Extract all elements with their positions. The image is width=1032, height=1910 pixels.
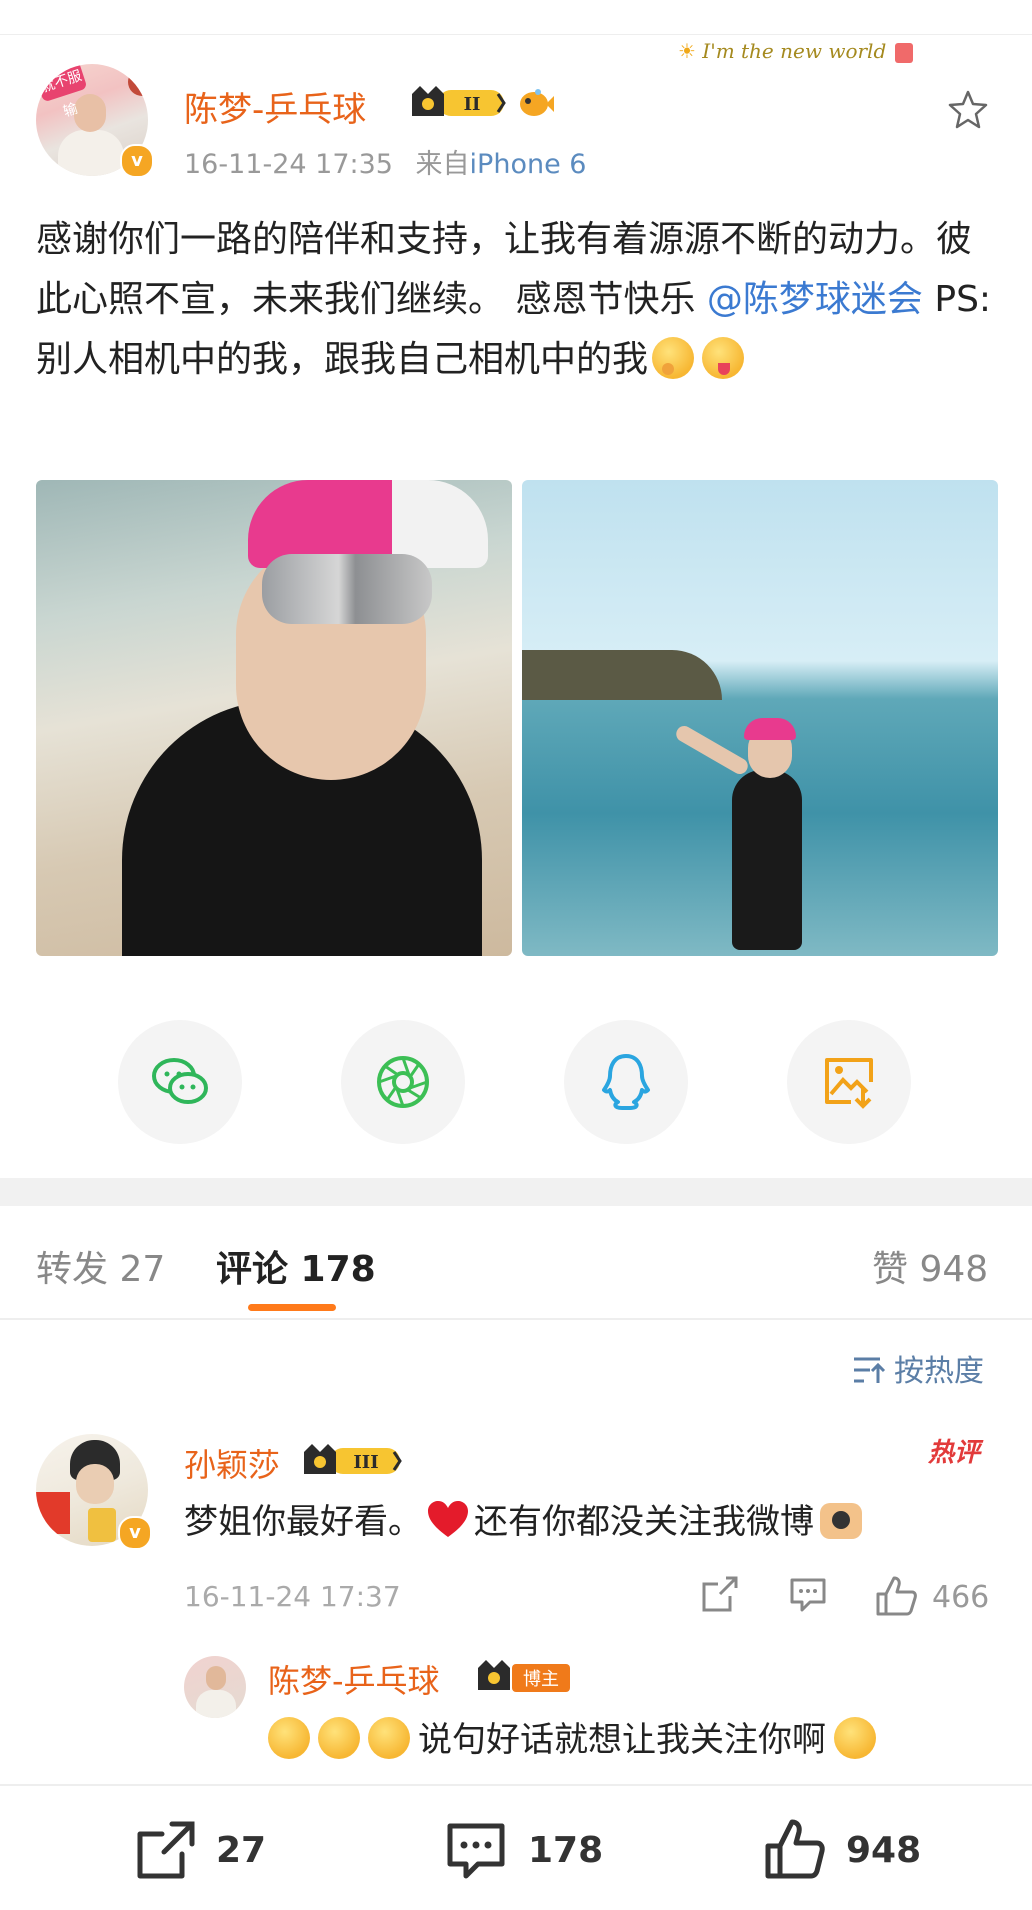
verified-badge: v — [120, 144, 154, 178]
post-source-link[interactable]: iPhone 6 — [470, 149, 587, 180]
member-level-text: II — [464, 94, 481, 115]
avatar-cartoon — [128, 68, 148, 96]
bag-icon — [894, 42, 913, 63]
share-moments-button[interactable] — [341, 1020, 465, 1144]
post-photo-selfie[interactable] — [36, 480, 512, 956]
photo-rocks — [522, 650, 722, 700]
sort-by-hot-button[interactable]: 按热度 — [852, 1346, 984, 1390]
member-crown-badge: II — [412, 86, 506, 116]
post-author-avatar[interactable]: 就不服输 v — [36, 64, 154, 178]
active-tab-indicator — [248, 1304, 336, 1311]
photo-cap-2 — [744, 718, 796, 740]
comment-share-icon[interactable] — [700, 1574, 740, 1614]
qq-icon — [602, 1054, 650, 1110]
tab-likes[interactable]: 赞 948 — [872, 1240, 988, 1292]
camera-emoji-icon — [820, 1503, 862, 1539]
avatar-flag — [36, 1492, 70, 1534]
comment-timestamp: 16-11-24 17:37 — [184, 1580, 401, 1613]
mention-link[interactable]: @陈梦球迷会 — [707, 279, 923, 320]
like-count[interactable]: 948 — [846, 1830, 921, 1871]
avatar-face — [206, 1666, 226, 1690]
reply-author-avatar[interactable] — [184, 1656, 246, 1718]
avatar-body — [196, 1690, 236, 1718]
comment-verified-badge: v — [118, 1516, 152, 1550]
comment-level-text: III — [353, 1452, 378, 1473]
tab-reposts[interactable]: 转发 27 — [36, 1240, 165, 1292]
save-image-button[interactable] — [787, 1020, 911, 1144]
reply-author-name[interactable]: 陈梦-乒乓球 — [268, 1656, 440, 1702]
header-decoration-text: I'm the new world — [702, 39, 887, 63]
comment-like-icon[interactable] — [874, 1574, 918, 1618]
comment-author-name[interactable]: 孙颖莎 — [184, 1440, 280, 1486]
post-timestamp: 16-11-24 17:35 — [184, 149, 393, 180]
sort-icon — [854, 1357, 886, 1383]
author-badge-text: 博主 — [523, 1669, 559, 1690]
status-bar-divider — [0, 0, 1032, 35]
comment-like-count: 466 — [932, 1580, 990, 1615]
grin-emoji-icon — [834, 1717, 876, 1759]
comment-icon[interactable] — [444, 1818, 508, 1882]
tab-comments[interactable]: 评论 178 — [216, 1240, 376, 1292]
tabs-divider — [0, 1318, 1032, 1320]
sun-icon: ☀ — [678, 39, 696, 63]
favorite-star-icon[interactable] — [946, 88, 990, 132]
reply-text-content: 说句好话就想让我关注你啊 — [418, 1720, 826, 1760]
avatar-body — [58, 130, 124, 176]
thinking-emoji-icon — [652, 337, 695, 379]
comment-count[interactable]: 178 — [528, 1830, 603, 1871]
fish-icon — [520, 89, 554, 116]
photo-arm — [673, 723, 751, 777]
post-meta: 16-11-24 17:35 来自iPhone 6 — [184, 142, 586, 181]
post-source-prefix: 来自 — [415, 149, 470, 180]
comment-text-part2: 还有你都没关注我微博 — [474, 1502, 814, 1542]
header-decoration: ☀ I'm the new world — [678, 34, 968, 68]
repost-icon[interactable] — [134, 1818, 198, 1882]
post-photo-beach[interactable] — [522, 480, 998, 956]
avatar-medal — [88, 1508, 116, 1542]
save-image-icon — [825, 1058, 873, 1109]
post-body: 感谢你们一路的陪伴和支持，让我有着源源不断的动力。彼此心照不宣，未来我们继续。 … — [36, 210, 996, 390]
sort-label: 按热度 — [894, 1354, 984, 1389]
photo-person — [732, 770, 802, 950]
like-icon[interactable] — [762, 1818, 826, 1882]
member-crown-badge: III — [304, 1444, 402, 1474]
comment-text: 梦姐你最好看。 还有你都没关注我微博 — [184, 1494, 862, 1550]
heart-emoji-icon — [428, 1501, 468, 1537]
repost-count[interactable]: 27 — [216, 1830, 266, 1871]
smirk-emoji-icon — [368, 1717, 410, 1759]
section-divider — [0, 1178, 1032, 1206]
moments-icon — [377, 1056, 429, 1108]
tongue-emoji-icon — [702, 337, 745, 379]
reply-text: 说句好话就想让我关注你啊 — [268, 1712, 884, 1768]
post-author-name[interactable]: 陈梦-乒乓球 — [184, 82, 366, 131]
smirk-emoji-icon — [268, 1717, 310, 1759]
hot-comment-tag: 热评 — [928, 1438, 981, 1468]
photo-sunglasses — [262, 554, 432, 624]
smirk-emoji-icon — [318, 1717, 360, 1759]
author-badge: 博主 — [478, 1660, 570, 1692]
wechat-icon — [152, 1058, 208, 1104]
avatar-face — [76, 1464, 114, 1504]
share-wechat-button[interactable] — [118, 1020, 242, 1144]
comment-reply-icon[interactable] — [788, 1574, 828, 1614]
share-qq-button[interactable] — [564, 1020, 688, 1144]
comment-text-part1: 梦姐你最好看。 — [184, 1502, 422, 1542]
